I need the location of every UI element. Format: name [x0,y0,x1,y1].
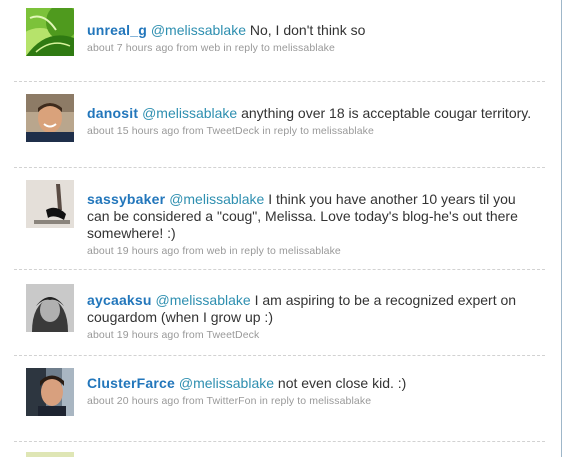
mention-link[interactable]: @melissablake [156,292,251,308]
status-text: unreal_g @melissablake No, I don't think… [87,0,537,39]
status-meta: about 15 hours ago from TweetDeck in rep… [87,125,545,138]
mention-link[interactable]: @melissablake [142,105,237,121]
status-meta: about 20 hours ago from TwitterFon in re… [87,395,545,408]
smiling-man-avatar-image [26,94,74,142]
from-label: from [179,245,207,257]
status-item: aycaaksu @melissablake I am aspiring to … [14,270,545,356]
in-reply-to-link[interactable]: melissablake [309,395,371,407]
timestamp-link[interactable]: about 19 hours ago [87,329,179,341]
source-label: TweetDeck [206,125,260,137]
source-label: web [200,42,221,54]
next-status-avatar[interactable] [26,452,74,457]
source-label: web [206,245,227,257]
timeline: unreal_g @melissablake No, I don't think… [0,0,561,457]
mention-link[interactable]: @melissablake [179,375,274,391]
timestamp-link[interactable]: about 19 hours ago [87,245,179,257]
user-avatar[interactable] [26,94,74,142]
status-text: danosit @melissablake anything over 18 i… [87,82,537,122]
source-label: TweetDeck [206,329,260,341]
status-item: unreal_g @melissablake No, I don't think… [14,0,545,82]
high-heels-avatar-image [26,180,74,228]
status-item: ClusterFarce @melissablake not even clos… [14,356,545,442]
timestamp-link[interactable]: about 20 hours ago [87,395,179,407]
in-reply-to-link[interactable]: melissablake [312,125,374,137]
status-meta: about 19 hours ago from web in reply to … [87,245,545,258]
status-message: I am aspiring to be a recognized expert … [87,292,517,325]
user-avatar[interactable] [26,180,74,228]
reply-label: in reply to [256,395,310,407]
status-meta: about 7 hours ago from web in reply to m… [87,42,545,55]
in-reply-to-link[interactable]: melissablake [279,245,341,257]
status-item: sassybaker @melissablake I think you hav… [14,168,545,270]
in-reply-to-link[interactable]: melissablake [273,42,335,54]
user-avatar[interactable] [26,368,74,416]
status-item: danosit @melissablake anything over 18 i… [14,82,545,168]
from-label: from [179,125,207,137]
user-avatar[interactable] [26,8,74,56]
status-message: anything over 18 is acceptable cougar te… [237,105,532,121]
screen-name-link[interactable]: aycaaksu [87,292,152,308]
man-in-car-avatar-image [26,368,74,416]
screen-name-link[interactable]: ClusterFarce [87,375,175,391]
status-meta: about 19 hours ago from TweetDeck [87,329,545,342]
reply-label: in reply to [226,245,279,257]
screen-name-link[interactable]: danosit [87,105,138,121]
mention-link[interactable]: @melissablake [151,22,246,38]
from-label: from [173,42,201,54]
status-message: not even close kid. :) [274,375,407,391]
green-leaves-avatar-image [26,8,74,56]
bw-portrait-avatar-image [26,284,74,332]
status-text: aycaaksu @melissablake I am aspiring to … [87,270,537,326]
source-label: TwitterFon [206,395,257,407]
from-label: from [179,329,207,341]
status-text: ClusterFarce @melissablake not even clos… [87,356,537,392]
reply-label: in reply to [220,42,274,54]
timestamp-link[interactable]: about 15 hours ago [87,125,179,137]
screen-name-link[interactable]: unreal_g [87,22,147,38]
frame-gap [562,0,567,457]
status-message: No, I don't think so [245,22,366,38]
mention-link[interactable]: @melissablake [169,191,264,207]
timestamp-link[interactable]: about 7 hours ago [87,42,173,54]
from-label: from [179,395,207,407]
screen-name-link[interactable]: sassybaker [87,191,165,207]
reply-label: in reply to [259,125,313,137]
status-text: sassybaker @melissablake I think you hav… [87,168,537,242]
user-avatar[interactable] [26,284,74,332]
